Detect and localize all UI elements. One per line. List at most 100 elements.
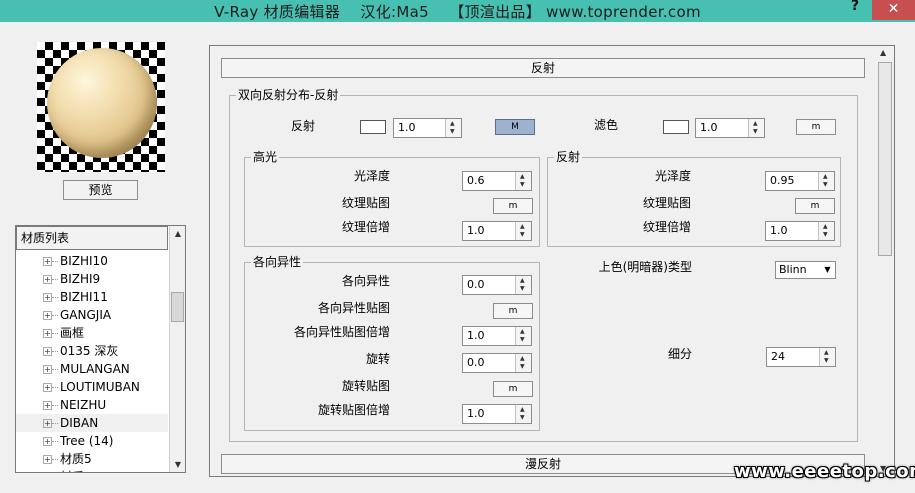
expand-icon[interactable]: + bbox=[43, 275, 52, 284]
expand-icon[interactable]: + bbox=[43, 383, 52, 392]
expand-icon[interactable]: + bbox=[43, 347, 52, 356]
reflection-gloss-value: 0.95 bbox=[770, 174, 795, 187]
rotation-spinner[interactable]: 0.0 ▲ ▼ bbox=[462, 353, 532, 373]
spinner-arrows[interactable]: ▲ ▼ bbox=[515, 327, 531, 345]
anisotropy-multiplier-spinner[interactable]: 1.0 ▲ ▼ bbox=[462, 326, 532, 346]
material-list-item[interactable]: + LOUTIMUBAN bbox=[16, 378, 168, 396]
highlight-multiplier-spinner[interactable]: 1.0 ▲ ▼ bbox=[462, 221, 532, 241]
tree-connector bbox=[52, 459, 58, 460]
material-list: 材质列表 + BIZHI10 + BIZHI9 + BIZHI11 + GANGJIA + 画框 +… bbox=[15, 225, 186, 473]
expand-icon[interactable]: + bbox=[43, 401, 52, 410]
rotation-multiplier-spinner[interactable]: 1.0 ▲ ▼ bbox=[462, 404, 532, 424]
material-name: DIBAN bbox=[60, 416, 99, 430]
scroll-down-icon[interactable]: ▼ bbox=[172, 460, 184, 472]
tree-connector bbox=[52, 351, 58, 352]
reflection-multiplier-label: 纹理倍增 bbox=[642, 220, 691, 234]
panel-scrollbar[interactable]: ▲ ▼ bbox=[876, 46, 894, 476]
tree-connector bbox=[52, 261, 58, 262]
scroll-thumb[interactable] bbox=[878, 62, 892, 256]
material-list-item[interactable]: + NEIZHU bbox=[16, 396, 168, 414]
spinner-arrows[interactable]: ▲ ▼ bbox=[515, 405, 531, 423]
filter-value: 1.0 bbox=[700, 121, 718, 134]
spinner-arrows[interactable]: ▲ ▼ bbox=[748, 119, 764, 137]
rotation-map-label: 旋转贴图 bbox=[341, 379, 390, 393]
close-button[interactable]: ✕ bbox=[872, 0, 915, 20]
reflection-multiplier-spinner[interactable]: 1.0 ▲ ▼ bbox=[765, 221, 835, 241]
anisotropy-map-button[interactable]: m bbox=[493, 303, 533, 319]
tree-connector bbox=[52, 387, 58, 388]
material-name: BIZHI10 bbox=[60, 254, 108, 268]
subdivisions-spinner[interactable]: 24 ▲ ▼ bbox=[766, 347, 836, 367]
reflection-multiplier-value: 1.0 bbox=[770, 224, 788, 237]
material-list-item[interactable]: +0135 深灰 bbox=[16, 342, 168, 360]
filter-spinner[interactable]: 1.0 ▲ ▼ bbox=[695, 118, 765, 138]
reflect-value: 1.0 bbox=[398, 121, 416, 134]
spinner-arrows[interactable]: ▲ ▼ bbox=[818, 222, 834, 240]
material-list-item[interactable]: + BIZHI9 bbox=[16, 270, 168, 288]
rotation-map-button[interactable]: m bbox=[493, 381, 533, 397]
expand-icon[interactable]: + bbox=[43, 455, 52, 464]
material-list-item[interactable]: + GANGJIA bbox=[16, 306, 168, 324]
anisotropy-spinner[interactable]: 0.0 ▲ ▼ bbox=[462, 275, 532, 295]
spinner-arrows[interactable]: ▲ ▼ bbox=[515, 222, 531, 240]
expand-icon[interactable]: + bbox=[43, 419, 52, 428]
anisotropy-label: 各向异性 bbox=[341, 274, 390, 288]
filter-map-button[interactable]: m bbox=[796, 119, 836, 135]
material-name: BIZHI11 bbox=[60, 290, 108, 304]
spinner-arrows[interactable]: ▲ ▼ bbox=[515, 354, 531, 372]
reflect-color-swatch[interactable] bbox=[360, 120, 386, 134]
reflection-gloss-spinner[interactable]: 0.95 ▲ ▼ bbox=[765, 171, 835, 191]
expand-icon[interactable]: + bbox=[43, 257, 52, 266]
material-list-item[interactable]: + 画框 bbox=[16, 324, 168, 342]
scroll-up-icon[interactable]: ▲ bbox=[172, 229, 184, 241]
material-list-item[interactable]: + DIBAN bbox=[16, 414, 168, 432]
rotation-multiplier-value: 1.0 bbox=[467, 407, 485, 420]
expand-icon[interactable]: + bbox=[43, 329, 52, 338]
help-button[interactable]: ? bbox=[851, 0, 859, 14]
material-name: BIZHI9 bbox=[60, 272, 101, 286]
expand-icon[interactable]: + bbox=[43, 311, 52, 320]
material-name: 材质6 bbox=[60, 470, 92, 472]
material-name: NEIZHU bbox=[60, 398, 107, 412]
reflect-map-button[interactable]: M bbox=[495, 119, 535, 135]
material-name: GANGJIA bbox=[60, 308, 112, 322]
expand-icon[interactable]: + bbox=[43, 293, 52, 302]
highlight-gloss-spinner[interactable]: 0.6 ▲ ▼ bbox=[462, 171, 532, 191]
spinner-arrows[interactable]: ▲ ▼ bbox=[445, 119, 461, 137]
material-list-item[interactable]: +材质6 bbox=[16, 468, 168, 472]
spinner-arrows[interactable]: ▲ ▼ bbox=[818, 172, 834, 190]
material-list-item[interactable]: + MULANGAN bbox=[16, 360, 168, 378]
expand-icon[interactable]: + bbox=[43, 437, 52, 446]
expand-icon[interactable]: + bbox=[43, 365, 52, 374]
highlight-gloss-label: 光泽度 bbox=[353, 169, 390, 183]
tree-connector bbox=[52, 441, 58, 442]
reflection-texture-map-button[interactable]: m bbox=[795, 198, 835, 214]
scroll-thumb[interactable] bbox=[171, 292, 184, 322]
preview-button[interactable]: 预览 bbox=[63, 180, 138, 200]
reflect-spinner[interactable]: 1.0 ▲ ▼ bbox=[393, 118, 462, 138]
material-list-item[interactable]: + 材质5 bbox=[16, 450, 168, 468]
reflection-section-button[interactable]: 反射 bbox=[221, 58, 865, 78]
highlight-texture-map-button[interactable]: m bbox=[493, 198, 533, 214]
shader-type-value: Blinn bbox=[779, 263, 807, 276]
tree-connector bbox=[52, 369, 58, 370]
reflection-texture-label: 纹理贴图 bbox=[642, 196, 691, 210]
material-list-item[interactable]: + BIZHI10 bbox=[16, 252, 168, 270]
shader-type-select[interactable]: Blinn ▼ bbox=[775, 261, 836, 279]
scroll-up-icon[interactable]: ▲ bbox=[880, 48, 886, 57]
material-list-scrollbar[interactable]: ▲ ▼ bbox=[169, 226, 185, 472]
spinner-arrows[interactable]: ▲ ▼ bbox=[515, 276, 531, 294]
anisotropy-multiplier-label: 各向异性贴图倍增 bbox=[293, 325, 390, 339]
spinner-arrows[interactable]: ▲ ▼ bbox=[515, 172, 531, 190]
rotation-multiplier-label: 旋转贴图倍增 bbox=[317, 403, 390, 417]
material-list-item[interactable]: + BIZHI11 bbox=[16, 288, 168, 306]
chevron-down-icon[interactable]: ▼ bbox=[820, 262, 835, 278]
reflect-label: 反射 bbox=[290, 119, 315, 133]
reflection-gloss-label: 光泽度 bbox=[654, 169, 691, 183]
tree-connector bbox=[52, 297, 58, 298]
material-list-item[interactable]: + Tree (14) bbox=[16, 432, 168, 450]
highlight-texture-label: 纹理贴图 bbox=[341, 196, 390, 210]
tree-connector bbox=[52, 423, 58, 424]
spinner-arrows[interactable]: ▲ ▼ bbox=[819, 348, 835, 366]
filter-color-swatch[interactable] bbox=[663, 120, 689, 134]
